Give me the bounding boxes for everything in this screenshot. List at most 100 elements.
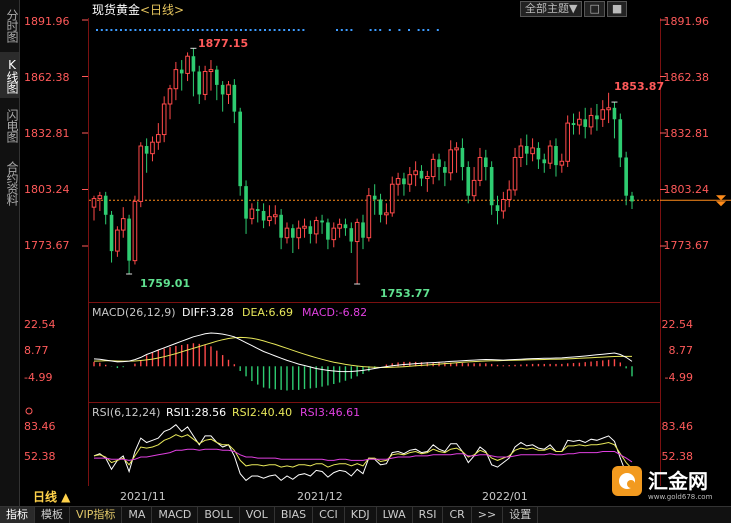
rsi3-label: RSI3:46.61 (300, 406, 360, 419)
candle-body-up (565, 122, 570, 162)
candle-body-down (536, 147, 541, 160)
period-dropdown[interactable]: 日线 ▲ (33, 489, 71, 504)
signal-marker-dot (230, 29, 233, 31)
candle-body-up (284, 227, 290, 239)
candle-body-up (506, 189, 512, 201)
rsi-tick-r-1: 52.38 (662, 450, 694, 463)
candle-body-up (156, 134, 161, 143)
signal-marker-dot (273, 29, 276, 31)
candle-body-up (588, 114, 594, 128)
candle-body-up (331, 227, 337, 241)
chart-canvas: 现货黄金 <日线> 1891.96 1862.38 1832.81 1803.2… (24, 2, 731, 486)
price-tick-l-0: 1891.96 (24, 15, 70, 28)
candle-body-up (512, 156, 518, 191)
indicator-tab-cr[interactable]: CR (443, 507, 472, 523)
candle-body-down (197, 71, 202, 95)
signal-marker-dot (259, 29, 262, 31)
candle-body-up (202, 71, 208, 95)
theme-select-button[interactable]: 全部主题▼ (520, 1, 583, 17)
signal-marker-dot (124, 29, 127, 31)
indicator-tab-bar: 指标 模板 VIP指标 MA MACD BOLL VOL BIAS CCI KDJ LWA RSI CR… (0, 506, 731, 523)
signal-marker-dot (120, 29, 122, 31)
reference-arrow-icon (716, 201, 726, 207)
window-restore-button[interactable]: □ (584, 1, 605, 17)
candle-body-up (577, 118, 582, 126)
signal-marker-dot (177, 29, 180, 31)
signal-marker-dot (100, 29, 103, 31)
indicator-tab-macd[interactable]: MACD (152, 507, 199, 523)
signal-marker-dot (115, 29, 118, 31)
annotation-low: 1759.01 (140, 277, 190, 290)
signal-marker-dot (182, 29, 185, 31)
indicator-tab-boll[interactable]: BOLL (198, 507, 240, 523)
candle-body-down (279, 214, 283, 238)
candle-body-up (600, 109, 606, 120)
signal-marker-dot (264, 29, 266, 31)
signal-marker-dot (278, 29, 281, 31)
indicator-tab-vip-2[interactable]: VIP指标 (70, 507, 123, 523)
indicator-tab-kdj[interactable]: KDJ (345, 507, 377, 523)
indicator-tab--1[interactable]: 模板 (35, 507, 70, 523)
candle-body-up (413, 170, 418, 176)
indicator-tab--0[interactable]: 指标 (0, 507, 35, 523)
signal-marker-dot (220, 29, 223, 31)
signal-marker-dot (288, 29, 290, 31)
signal-marker-dot (249, 29, 252, 31)
signal-marker-dot (187, 29, 190, 31)
signal-marker-dot (206, 29, 209, 31)
indicator-tab-lwa[interactable]: LWA (377, 507, 413, 523)
candle-body-down (630, 195, 634, 202)
indicator-tab-cci[interactable]: CCI (313, 507, 345, 523)
signal-marker-dot (158, 29, 161, 31)
signal-marker-dot (398, 29, 401, 31)
signal-marker-dot (192, 29, 194, 31)
candle-body-up (161, 103, 167, 136)
signal-marker-dot (153, 29, 156, 31)
candle-body-down (238, 111, 243, 187)
indicator-tab-vol[interactable]: VOL (240, 507, 275, 523)
price-tick-r-3: 1803.24 (664, 183, 710, 196)
candle-body-up (454, 147, 459, 151)
candle-body-up (448, 149, 454, 174)
candle-body-down (595, 115, 599, 120)
indicator-tab-[interactable]: 设置 (503, 507, 539, 523)
price-tick-r-4: 1773.67 (664, 239, 710, 252)
candle-body-down (220, 84, 225, 95)
rsi-line-2 (93, 434, 633, 470)
candle-body-up (477, 156, 483, 181)
logo-url: www.gold678.com (648, 493, 713, 501)
rsi-line-3 (94, 448, 633, 463)
candle-body-down (466, 167, 471, 196)
indicator-tab-ma[interactable]: MA (122, 507, 153, 523)
signal-marker-dot (110, 29, 113, 31)
candle-body-up (366, 195, 372, 239)
indicator-tab-bias[interactable]: BIAS (275, 507, 314, 523)
window-minimize-button[interactable]: ■ (606, 1, 628, 17)
time-label-2: 2022/01 (482, 490, 528, 503)
time-label-1: 2021/12 (297, 490, 343, 503)
candle-body-down (542, 159, 547, 164)
signal-marker-dot (345, 29, 348, 31)
candle-body-down (437, 159, 441, 168)
candle-body-down (483, 157, 488, 168)
candle-body-up (173, 69, 179, 90)
indicator-tab-[interactable]: >> (472, 507, 504, 523)
candle-body-down (443, 167, 447, 173)
rsi-settings-icon[interactable] (25, 407, 33, 415)
candle-body-up (185, 55, 190, 74)
rsi-line-1 (93, 424, 633, 483)
candle-body-up (530, 147, 535, 155)
signal-marker-dot (96, 29, 98, 31)
signal-marker-dot (244, 29, 247, 31)
signal-markers (96, 29, 439, 31)
candle-body-up (138, 145, 144, 202)
time-axis: 日线 ▲ 2021/11 2021/12 2022/01 (33, 489, 528, 504)
candle-body-down (495, 205, 500, 211)
candle-body-down (326, 222, 330, 240)
price-tick-r-1: 1862.38 (664, 71, 710, 84)
signal-marker-dot (369, 29, 372, 31)
rsi-tick-l-1: 52.38 (24, 450, 56, 463)
rsi-panel (93, 424, 633, 483)
indicator-tab-rsi[interactable]: RSI (413, 507, 444, 523)
signal-marker-dot (254, 29, 257, 31)
